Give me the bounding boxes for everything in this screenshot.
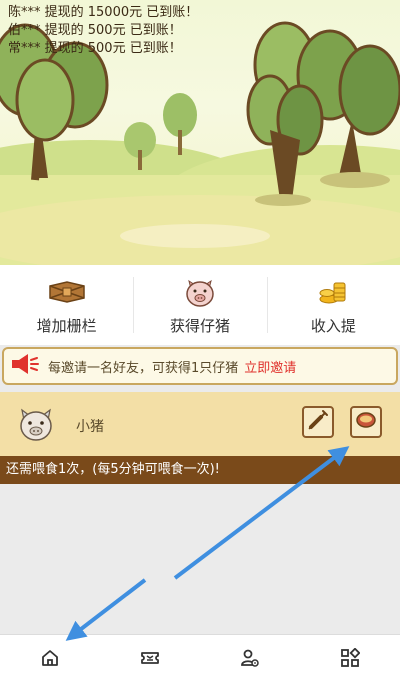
bottom-navigation (0, 634, 400, 684)
ticker-line: 常*** 提现的 500元 已到账！ (8, 41, 182, 56)
action-menu: 增加栅栏 获得仔猪 收入提 (0, 265, 400, 345)
speaker-icon (10, 352, 40, 380)
nav-profile[interactable] (200, 635, 300, 684)
farm-scene: 陈*** 提现的 15000元 已到账！ 伯*** 提现的 500元 已到账！ … (0, 0, 400, 265)
feed-button[interactable] (350, 406, 382, 438)
piglet-icon (183, 275, 217, 309)
grid-icon (340, 646, 361, 672)
user-settings-icon (240, 648, 260, 672)
invite-text: 每邀请一名好友，可获得1只仔猪 (48, 360, 239, 376)
income-withdraw-label: 收入提 (310, 316, 356, 335)
add-fence-label: 增加栅栏 (36, 316, 97, 335)
invite-now-link[interactable]: 立即邀请 (244, 357, 296, 376)
syringe-icon (307, 409, 329, 435)
ticker-line: 伯*** 提现的 500元 已到账！ (8, 23, 182, 38)
income-withdraw-button[interactable]: 收入提 (266, 265, 400, 345)
pig-name: 小猪 (76, 419, 104, 435)
withdrawal-ticker: 陈*** 提现的 15000元 已到账！ 伯*** 提现的 500元 已到账！ … (8, 4, 198, 58)
nav-home[interactable] (0, 635, 100, 684)
nav-tickets[interactable] (100, 635, 200, 684)
ticker-line: 陈*** 提现的 15000元 已到账！ (8, 5, 199, 20)
coins-icon (318, 275, 348, 309)
annotation-arrow (65, 578, 147, 641)
home-icon (40, 648, 60, 672)
fence-icon (48, 275, 86, 309)
ticket-icon (140, 648, 160, 672)
pig-avatar-icon (16, 404, 56, 448)
vaccinate-button[interactable] (302, 406, 334, 438)
get-piglet-button[interactable]: 获得仔猪 (133, 265, 266, 345)
pig-card: 小猪 (0, 392, 400, 456)
invite-banner: 每邀请一名好友，可获得1只仔猪 立即邀请 (2, 347, 398, 385)
add-fence-button[interactable]: 增加栅栏 (0, 265, 133, 345)
nav-more[interactable] (300, 635, 400, 684)
food-bowl-icon (355, 409, 377, 435)
get-piglet-label: 获得仔猪 (169, 316, 230, 335)
feed-status-bar: 还需喂食1次，(每5分钟可喂食一次)! (0, 456, 400, 484)
